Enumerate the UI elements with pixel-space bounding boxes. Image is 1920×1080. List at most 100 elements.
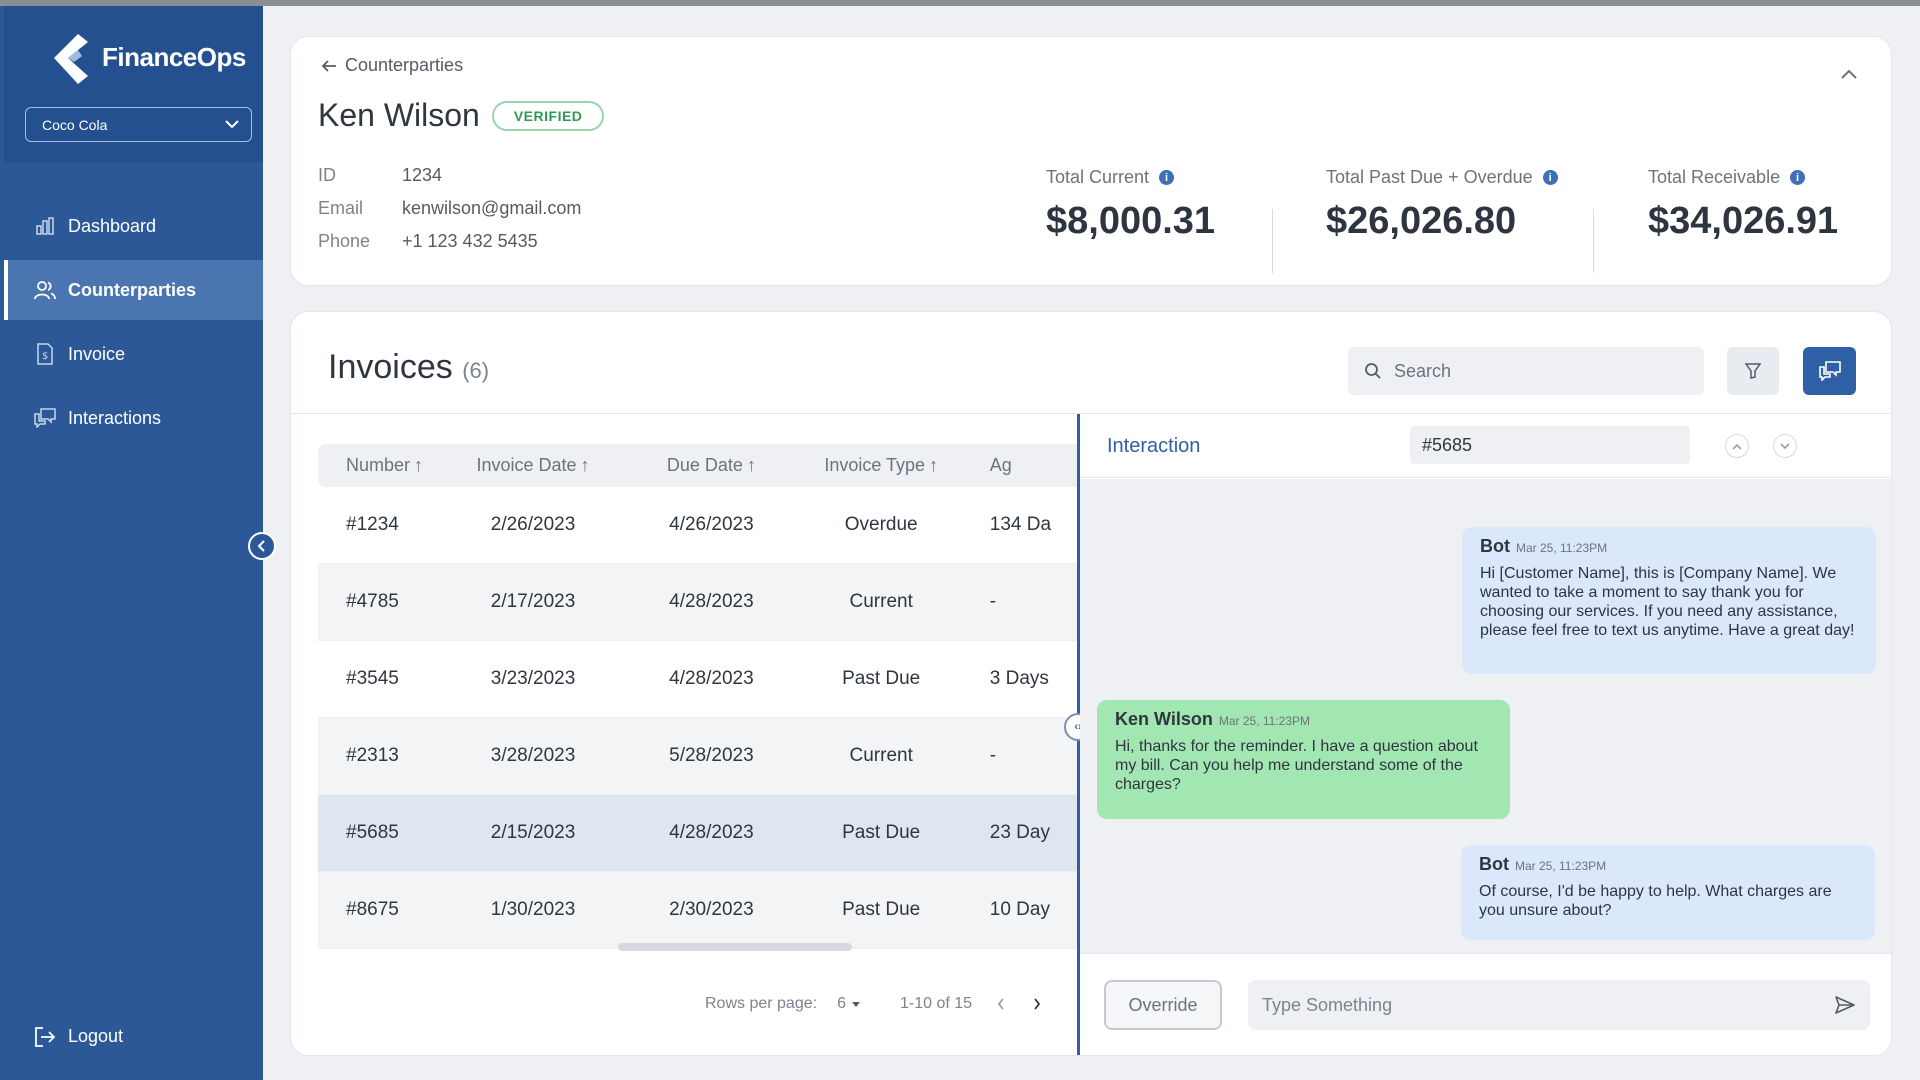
column-label: Invoice Type bbox=[824, 455, 926, 475]
table-row[interactable]: #1234 2/26/2023 4/26/2023 Overdue 134 Da bbox=[318, 487, 1078, 564]
column-header-invoice-type[interactable]: Invoice Type ↑ bbox=[801, 455, 962, 476]
arrow-left-icon bbox=[321, 59, 336, 72]
invoices-title-text: Invoices bbox=[328, 348, 453, 386]
interaction-panel: Interaction #5685 Bot Mar 25, 11:23PM Hi … bbox=[1080, 414, 1891, 1055]
invoice-age-cell: - bbox=[989, 591, 997, 612]
table-row[interactable]: #5685 2/15/2023 4/28/2023 Past Due 23 Day bbox=[318, 795, 1078, 872]
organization-select-value: Coco Cola bbox=[42, 116, 108, 133]
table-row[interactable]: #2313 3/28/2023 5/28/2023 Current - bbox=[318, 718, 1078, 795]
app-logo[interactable]: FinanceOps bbox=[44, 28, 246, 86]
total-current-value: $8,000.31 bbox=[1046, 200, 1216, 242]
column-header-age[interactable]: Ag bbox=[962, 455, 1078, 476]
total-receivable-value: $34,026.91 bbox=[1648, 200, 1839, 242]
info-icon[interactable]: i bbox=[1790, 170, 1806, 185]
rows-per-page-value: 6 bbox=[837, 995, 846, 1012]
next-page-button[interactable] bbox=[1030, 998, 1044, 1010]
invoice-type-cell: Past Due bbox=[842, 822, 921, 843]
message-time: Mar 25, 11:23PM bbox=[1516, 541, 1608, 555]
chevron-up-icon[interactable] bbox=[1837, 63, 1861, 87]
interaction-id-field[interactable]: #5685 bbox=[1410, 426, 1690, 464]
prev-page-button[interactable] bbox=[994, 998, 1008, 1010]
verified-badge: VERIFIED bbox=[491, 100, 605, 131]
invoice-type-cell: Current bbox=[849, 745, 913, 766]
sidebar-item-interactions[interactable]: Interactions bbox=[4, 388, 263, 448]
next-interaction-button[interactable] bbox=[1773, 434, 1797, 458]
invoice-number-cell: #8675 bbox=[346, 899, 399, 920]
sidebar-item-dashboard[interactable]: Dashboard bbox=[4, 196, 263, 256]
invoice-type-cell: Past Due bbox=[842, 899, 921, 920]
horizontal-scrollbar[interactable] bbox=[618, 943, 852, 951]
divider bbox=[1272, 209, 1273, 273]
send-icon[interactable] bbox=[1834, 994, 1856, 1016]
invoice-type-cell: Overdue bbox=[844, 514, 918, 535]
invoice-type-cell: Past Due bbox=[842, 668, 921, 689]
sidebar-item-label: Invoice bbox=[68, 343, 126, 364]
organization-select[interactable]: Coco Cola bbox=[25, 107, 252, 142]
sidebar-item-label: Counterparties bbox=[68, 279, 197, 300]
interaction-title: Interaction bbox=[1107, 435, 1201, 457]
message-input[interactable]: Type Something bbox=[1248, 980, 1870, 1030]
email-value: kenwilson@gmail.com bbox=[402, 198, 582, 218]
sidebar-collapse-button[interactable] bbox=[248, 532, 276, 560]
invoice-number-cell: #1234 bbox=[346, 514, 399, 535]
table-row[interactable]: #3545 3/23/2023 4/28/2023 Past Due 3 Days bbox=[318, 641, 1078, 718]
breadcrumb-link: Counterparties bbox=[345, 55, 464, 75]
sort-arrow-icon: ↑ bbox=[929, 455, 939, 475]
override-label: Override bbox=[1128, 994, 1198, 1015]
invoices-card: Invoices (6) Search Number ↑ Invoice Date… bbox=[290, 311, 1892, 1056]
due-date-cell: 5/28/2023 bbox=[669, 745, 754, 766]
invoice-number-cell: #2313 bbox=[346, 745, 399, 766]
invoices-count: (6) bbox=[462, 358, 490, 383]
due-date-cell: 4/28/2023 bbox=[669, 668, 754, 689]
sidebar-item-counterparties[interactable]: Counterparties bbox=[4, 260, 263, 320]
sidebar-nav: Dashboard Counterparties $ Invoice Inter… bbox=[4, 196, 263, 452]
user-message: Ken Wilson Mar 25, 11:23PM Hi, thanks for… bbox=[1097, 700, 1510, 819]
chat-icon bbox=[1818, 361, 1841, 381]
logout-label: Logout bbox=[68, 1026, 124, 1046]
email-label: Email bbox=[318, 198, 364, 218]
pagination: Rows per page: 6 1-10 of 15 bbox=[705, 995, 1044, 1013]
invoice-date-cell: 3/23/2023 bbox=[490, 668, 576, 689]
logout-button[interactable]: Logout bbox=[34, 1026, 123, 1047]
interaction-header: Interaction #5685 bbox=[1080, 414, 1891, 478]
info-icon[interactable]: i bbox=[1159, 170, 1175, 185]
counterparty-name: Ken Wilson bbox=[318, 97, 480, 133]
prev-interaction-button[interactable] bbox=[1725, 434, 1749, 458]
column-header-number[interactable]: Number ↑ bbox=[318, 455, 444, 476]
chevron-right-icon bbox=[1034, 998, 1041, 1010]
table-row[interactable]: #4785 2/17/2023 4/28/2023 Current - bbox=[318, 564, 1078, 641]
search-input[interactable]: Search bbox=[1348, 347, 1704, 395]
total-receivable-label: Total Receivable bbox=[1648, 167, 1781, 187]
financeops-logo-icon bbox=[54, 34, 88, 84]
info-icon[interactable]: i bbox=[1542, 170, 1558, 185]
interaction-id-value: #5685 bbox=[1422, 434, 1473, 455]
total-current: Total Current i $8,000.31 bbox=[1046, 167, 1215, 247]
filter-button[interactable] bbox=[1727, 347, 1779, 395]
chart-icon bbox=[34, 215, 56, 237]
svg-text:$: $ bbox=[42, 351, 48, 362]
sidebar-item-label: Interactions bbox=[68, 407, 162, 428]
column-header-invoice-date[interactable]: Invoice Date ↑ bbox=[444, 455, 622, 476]
breadcrumb[interactable]: Counterparties bbox=[321, 55, 463, 76]
invoice-date-cell: 2/15/2023 bbox=[490, 822, 576, 843]
override-button[interactable]: Override bbox=[1104, 980, 1222, 1030]
due-date-cell: 4/28/2023 bbox=[669, 591, 754, 612]
sidebar-item-label: Dashboard bbox=[68, 215, 157, 236]
total-past-due-value: $26,026.80 bbox=[1326, 200, 1517, 242]
table-row[interactable]: #8675 1/30/2023 2/30/2023 Past Due 10 Day bbox=[318, 872, 1078, 949]
chevron-left-icon bbox=[997, 998, 1004, 1010]
due-date-cell: 4/26/2023 bbox=[669, 514, 754, 535]
page-range: 1-10 of 15 bbox=[899, 995, 973, 1012]
invoice-number-cell: #5685 bbox=[346, 822, 399, 843]
due-date-cell: 2/30/2023 bbox=[669, 899, 754, 920]
column-header-due-date[interactable]: Due Date ↑ bbox=[622, 455, 800, 476]
rows-per-page-select[interactable]: 6 bbox=[837, 995, 860, 1013]
sidebar-item-invoice[interactable]: $ Invoice bbox=[4, 324, 263, 384]
caret-down-icon bbox=[851, 1001, 860, 1007]
column-label: Number bbox=[346, 455, 411, 475]
toggle-interactions-button[interactable] bbox=[1803, 347, 1856, 395]
invoice-type-cell: Current bbox=[849, 591, 913, 612]
invoice-age-cell: 10 Day bbox=[989, 899, 1050, 920]
sidebar-header: FinanceOps Coco Cola bbox=[4, 6, 263, 162]
search-icon bbox=[1365, 363, 1381, 379]
